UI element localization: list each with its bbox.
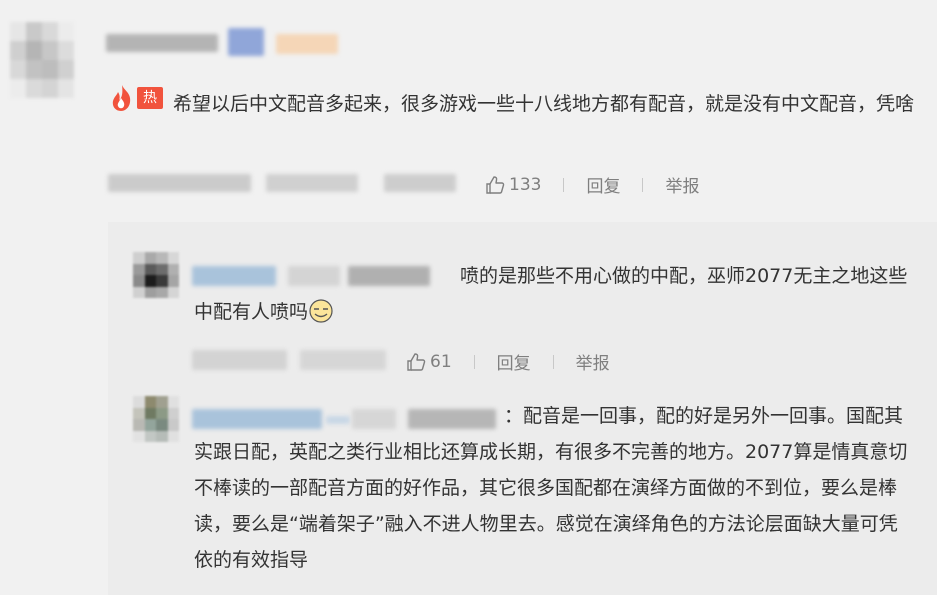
thumb-up-icon — [407, 352, 426, 371]
reply-text: ：配音是一回事，配的好是另外一回事。国配其实跟日配，英配之类行业相比还算成长期，… — [194, 405, 908, 571]
reply-avatar[interactable] — [133, 252, 179, 298]
divider — [473, 354, 475, 369]
divider — [552, 354, 554, 369]
location-blurred — [266, 174, 358, 192]
timestamp-blurred — [108, 174, 251, 192]
like-button[interactable]: 61 — [406, 352, 452, 372]
comment-text: 希望以后中文配音多起来，很多游戏一些十八线地方都有配音，就是没有中文配音，凭啥 — [173, 93, 915, 115]
reply-location-blurred — [300, 350, 386, 370]
avatar[interactable] — [10, 22, 74, 98]
reply-avatar[interactable] — [133, 396, 179, 442]
like-count: 133 — [509, 174, 542, 195]
report-button[interactable]: 举报 — [665, 172, 699, 197]
divider — [642, 177, 644, 192]
divider — [563, 177, 565, 192]
thumb-up-icon — [486, 175, 505, 194]
like-count: 61 — [430, 351, 452, 372]
device-blurred — [384, 174, 456, 192]
emoji-icon — [309, 299, 333, 323]
comment-actions: 133 回复 举报 — [485, 172, 699, 197]
reply-text: 喷的是那些不用心做的中配，巫师2077无主之地这些中配有人喷吗 — [194, 265, 908, 323]
like-button[interactable]: 133 — [485, 175, 541, 195]
reply-button[interactable]: 回复 — [497, 349, 531, 374]
reply-actions: 61 回复 举报 — [406, 349, 610, 374]
reply-timestamp-blurred — [192, 350, 287, 370]
reply-button[interactable]: 回复 — [586, 172, 620, 197]
report-button[interactable]: 举报 — [576, 349, 610, 374]
